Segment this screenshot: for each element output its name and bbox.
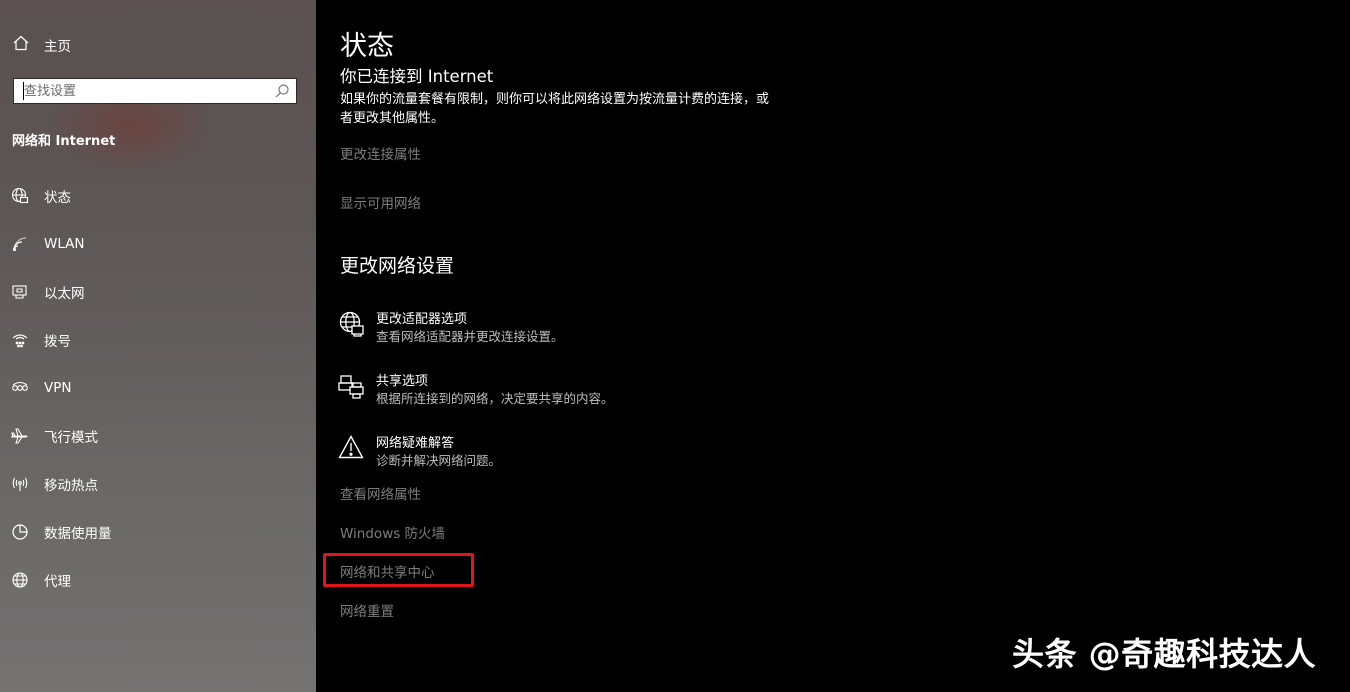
option-title: 网络疑难解答 bbox=[376, 436, 455, 451]
windows-firewall-link[interactable]: Windows 防火墙 bbox=[340, 522, 445, 542]
page-title: 状态 bbox=[340, 31, 394, 62]
sidebar-item-airplane[interactable]: 飞行模式 bbox=[0, 418, 316, 454]
home-label: 主页 bbox=[44, 39, 71, 55]
change-network-settings-heading: 更改网络设置 bbox=[340, 255, 455, 277]
dialup-icon bbox=[10, 330, 30, 350]
watermark: 头条 @奇趣科技达人 bbox=[1012, 635, 1317, 673]
sidebar-item-vpn[interactable]: VPN bbox=[0, 370, 316, 406]
data-usage-icon bbox=[10, 522, 30, 542]
vpn-icon bbox=[10, 378, 30, 398]
airplane-icon bbox=[10, 426, 30, 446]
sidebar-item-label: WLAN bbox=[44, 236, 85, 252]
sidebar-item-label: 以太网 bbox=[44, 286, 85, 302]
option-description: 根据所连接到的网络，决定要共享的内容。 bbox=[376, 391, 614, 406]
show-available-networks-link[interactable]: 显示可用网络 bbox=[340, 192, 421, 212]
warning-triangle-icon bbox=[338, 434, 366, 462]
highlight-box bbox=[323, 553, 474, 587]
sidebar-item-label: 飞行模式 bbox=[44, 430, 98, 446]
home-icon bbox=[12, 34, 30, 56]
sharing-printer-icon bbox=[338, 372, 366, 400]
connection-status-heading: 你已连接到 Internet bbox=[340, 67, 494, 86]
option-title: 共享选项 bbox=[376, 374, 429, 389]
adapter-globe-icon bbox=[338, 310, 366, 338]
sidebar-item-label: 状态 bbox=[44, 190, 71, 206]
main-content: 状态 你已连接到 Internet 如果你的流量套餐有限制，则你可以将此网络设置… bbox=[316, 0, 1350, 692]
option-description: 查看网络适配器并更改连接设置。 bbox=[376, 329, 564, 344]
sidebar-item-dialup[interactable]: 拨号 bbox=[0, 322, 316, 358]
change-adapter-options-item[interactable]: 更改适配器选项 查看网络适配器并更改连接设置。 bbox=[338, 308, 758, 350]
sidebar-item-label: VPN bbox=[44, 380, 72, 396]
connection-description: 如果你的流量套餐有限制，则你可以将此网络设置为按流量计费的连接，或者更改其他属性… bbox=[340, 92, 770, 126]
sharing-options-item[interactable]: 共享选项 根据所连接到的网络，决定要共享的内容。 bbox=[338, 370, 758, 412]
search-icon[interactable] bbox=[274, 83, 290, 99]
sidebar-item-wlan[interactable]: WLAN bbox=[0, 226, 316, 262]
sidebar-item-data-usage[interactable]: 数据使用量 bbox=[0, 514, 316, 550]
sidebar-item-label: 代理 bbox=[44, 574, 71, 590]
change-connection-properties-link[interactable]: 更改连接属性 bbox=[340, 143, 421, 163]
settings-sidebar: 主页 网络和 Internet 状态 WLAN 以太网 拨号 bbox=[0, 0, 316, 692]
sidebar-item-proxy[interactable]: 代理 bbox=[0, 562, 316, 598]
wifi-icon bbox=[10, 234, 30, 254]
option-description: 诊断并解决网络问题。 bbox=[376, 453, 502, 468]
status-globe-icon bbox=[10, 186, 30, 206]
sidebar-item-label: 数据使用量 bbox=[44, 526, 112, 542]
network-troubleshoot-item[interactable]: 网络疑难解答 诊断并解决网络问题。 bbox=[338, 432, 758, 474]
search-box[interactable] bbox=[13, 78, 297, 104]
proxy-globe-icon bbox=[10, 570, 30, 590]
sidebar-item-status[interactable]: 状态 bbox=[0, 178, 316, 214]
home-nav-item[interactable]: 主页 bbox=[12, 34, 71, 56]
view-network-properties-link[interactable]: 查看网络属性 bbox=[340, 483, 421, 503]
option-title: 更改适配器选项 bbox=[376, 312, 468, 327]
sidebar-item-hotspot[interactable]: 移动热点 bbox=[0, 466, 316, 502]
sidebar-item-label: 移动热点 bbox=[44, 478, 98, 494]
section-title: 网络和 Internet bbox=[12, 134, 116, 149]
sidebar-item-label: 拨号 bbox=[44, 334, 71, 350]
ethernet-icon bbox=[10, 282, 30, 302]
search-input[interactable] bbox=[23, 82, 269, 100]
hotspot-icon bbox=[10, 474, 30, 494]
network-reset-link[interactable]: 网络重置 bbox=[340, 600, 394, 620]
sidebar-item-ethernet[interactable]: 以太网 bbox=[0, 274, 316, 310]
